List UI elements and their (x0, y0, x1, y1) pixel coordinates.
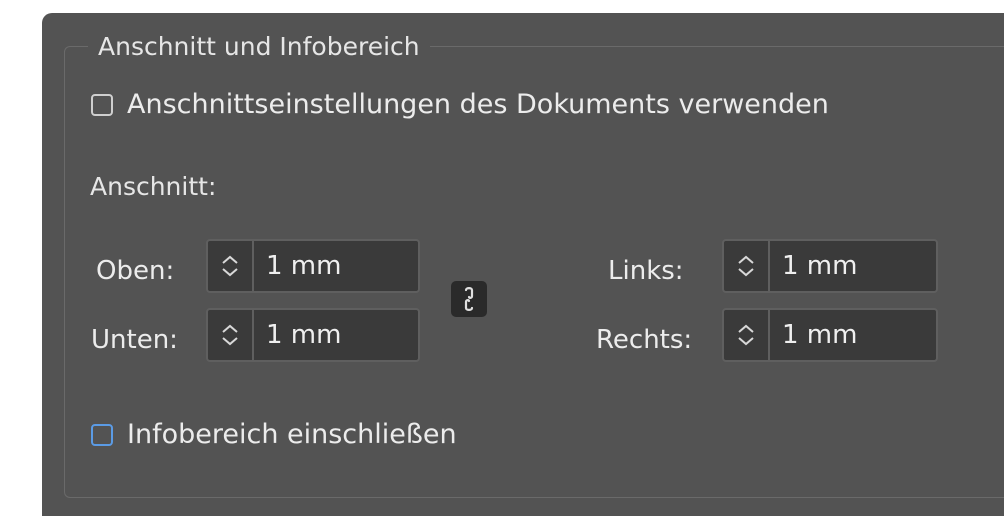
bleed-left-stepper[interactable] (724, 241, 770, 291)
bleed-bottom-input[interactable]: 1 mm (254, 310, 418, 360)
stepper-down-icon[interactable] (221, 267, 239, 277)
stepper-up-icon[interactable] (737, 255, 755, 265)
stepper-up-icon[interactable] (737, 324, 755, 334)
include-slug-label: Infobereich einschließen (127, 419, 457, 450)
bleed-left-input[interactable]: 1 mm (770, 241, 936, 291)
chain-link-icon (464, 287, 474, 311)
bleed-right-field[interactable]: 1 mm (722, 308, 938, 362)
bleed-top-label: Oben: (96, 256, 175, 286)
use-document-bleed-checkbox-row[interactable]: Anschnittseinstellungen des Dokuments ve… (91, 88, 829, 122)
stepper-up-icon[interactable] (221, 324, 239, 334)
bleed-section-label: Anschnitt: (90, 172, 217, 201)
bleed-top-stepper[interactable] (208, 241, 254, 291)
bleed-top-field[interactable]: 1 mm (206, 239, 420, 293)
stepper-down-icon[interactable] (221, 336, 239, 346)
group-title: Anschnitt und Infobereich (88, 30, 430, 64)
bleed-right-input[interactable]: 1 mm (770, 310, 936, 360)
bleed-right-stepper[interactable] (724, 310, 770, 360)
link-bleed-settings-button[interactable] (451, 281, 487, 317)
bleed-right-label: Rechts: (596, 325, 693, 355)
stepper-down-icon[interactable] (737, 267, 755, 277)
use-document-bleed-checkbox[interactable] (91, 94, 113, 116)
bleed-top-input[interactable]: 1 mm (254, 241, 418, 291)
bleed-bottom-label: Unten: (91, 325, 178, 355)
bleed-left-label: Links: (608, 256, 684, 286)
bleed-bottom-stepper[interactable] (208, 310, 254, 360)
include-slug-checkbox[interactable] (91, 424, 113, 446)
include-slug-checkbox-row[interactable]: Infobereich einschließen (91, 418, 457, 452)
bleed-left-field[interactable]: 1 mm (722, 239, 938, 293)
use-document-bleed-label: Anschnittseinstellungen des Dokuments ve… (127, 89, 829, 120)
stepper-up-icon[interactable] (221, 255, 239, 265)
bleed-bottom-field[interactable]: 1 mm (206, 308, 420, 362)
stepper-down-icon[interactable] (737, 336, 755, 346)
